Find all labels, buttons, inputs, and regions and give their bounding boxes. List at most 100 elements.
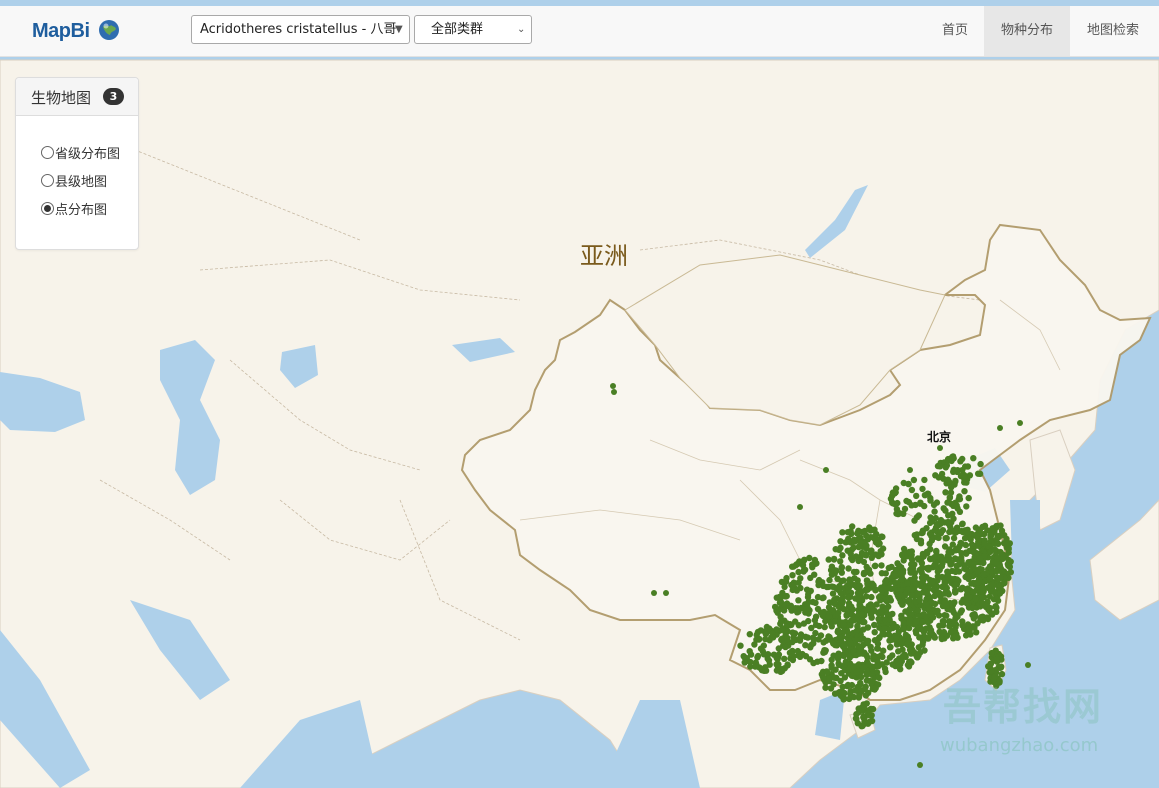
occurrence-point (959, 622, 966, 629)
occurrence-point (822, 647, 829, 654)
occurrence-point (795, 597, 802, 604)
occurrence-point (840, 642, 848, 649)
occurrence-point (920, 628, 928, 636)
occurrence-point (975, 538, 982, 546)
occurrence-point (871, 629, 878, 636)
occurrence-point (939, 630, 947, 637)
radio-point-map[interactable]: 点分布图 (41, 202, 107, 220)
occurrence-point (782, 593, 789, 600)
occurrence-point (902, 631, 910, 639)
occurrence-point (845, 603, 853, 610)
occurrence-point (868, 554, 875, 561)
occurrence-point (840, 621, 847, 628)
occurrence-point (951, 619, 958, 626)
occurrence-point (987, 532, 994, 539)
occurrence-point (752, 663, 759, 670)
occurrence-point (841, 689, 848, 697)
occurrence-point (740, 653, 747, 660)
occurrence-point (789, 572, 796, 579)
occurrence-point (938, 563, 946, 570)
occurrence-point (762, 667, 770, 674)
occurrence-point (838, 564, 845, 572)
radio-circle-icon[interactable] (41, 146, 54, 159)
radio-circle-icon[interactable] (41, 174, 54, 187)
occurrence-point (904, 580, 911, 587)
occurrence-point (855, 527, 862, 534)
occurrence-point (871, 607, 878, 614)
group-select[interactable]: 全部类群 ⌄ (414, 15, 532, 44)
nav-home[interactable]: 首页 (926, 6, 984, 56)
occurrence-point (847, 550, 854, 557)
occurrence-point (970, 455, 977, 462)
occurrence-point (789, 586, 796, 594)
occurrence-point (826, 675, 833, 682)
group-select-value: 全部类群 (431, 22, 484, 37)
occurrence-point (922, 588, 929, 596)
species-select[interactable]: Acridotheres cristatellus - 八哥 ▼ (191, 15, 410, 44)
nav-map-search[interactable]: 地图检索 (1070, 6, 1156, 56)
occurrence-point (812, 599, 819, 606)
occurrence-point (952, 477, 959, 485)
occurrence-point (961, 473, 968, 481)
occurrence-point (918, 560, 926, 567)
occurrence-point (947, 628, 955, 636)
occurrence-point (864, 654, 871, 661)
radio-province-map[interactable]: 省级分布图 (41, 146, 120, 164)
occurrence-point (777, 613, 784, 620)
occurrence-point (773, 607, 780, 614)
occurrence-point (992, 603, 999, 610)
occurrence-point (972, 596, 979, 603)
occurrence-point (829, 590, 837, 597)
occurrence-point (925, 564, 932, 571)
occurrence-point (945, 519, 952, 526)
occurrence-point (925, 635, 932, 642)
occurrence-point (952, 581, 959, 588)
occurrence-point (932, 472, 939, 479)
occurrence-point (941, 590, 948, 597)
occurrence-point (863, 637, 870, 644)
occurrence-point (778, 635, 786, 642)
occurrence-point (877, 548, 884, 555)
occurrence-point (913, 618, 920, 625)
occurrence-point (900, 479, 907, 487)
occurrence-point (993, 568, 1000, 575)
occurrence-point (934, 534, 941, 541)
occurrence-point (847, 639, 854, 647)
occurrence-point (850, 544, 857, 551)
occurrence-point (1017, 420, 1023, 426)
occurrence-point (954, 546, 961, 554)
occurrence-point (878, 570, 886, 577)
occurrence-point (762, 630, 769, 638)
radio-label: 县级地图 (55, 175, 108, 190)
occurrence-point (931, 561, 938, 568)
occurrence-point (1005, 562, 1012, 569)
occurrence-point (863, 593, 870, 600)
occurrence-point (867, 570, 874, 577)
occurrence-point (823, 668, 831, 676)
radio-county-map[interactable]: 县级地图 (41, 174, 107, 192)
occurrence-point (797, 637, 803, 643)
map-canvas[interactable] (0, 0, 1159, 788)
occurrence-point (962, 595, 969, 602)
occurrence-point (898, 614, 905, 621)
occurrence-point (948, 484, 955, 491)
occurrence-point (916, 634, 923, 641)
occurrence-point (898, 576, 905, 583)
occurrence-point (864, 720, 872, 727)
occurrence-point (850, 663, 857, 670)
occurrence-point (991, 546, 998, 554)
occurrence-point (953, 502, 960, 509)
radio-circle-checked-icon[interactable] (41, 202, 54, 215)
occurrence-point (907, 467, 913, 473)
nav-species-distribution[interactable]: 物种分布 (984, 6, 1070, 56)
occurrence-point (842, 659, 850, 666)
occurrence-point (837, 538, 844, 545)
occurrence-point (832, 618, 839, 625)
occurrence-point (779, 625, 786, 632)
occurrence-point (908, 659, 915, 666)
occurrence-point (782, 643, 789, 651)
occurrence-point (865, 689, 872, 696)
occurrence-point (936, 463, 944, 470)
occurrence-point (663, 590, 669, 596)
occurrence-point (945, 574, 952, 581)
